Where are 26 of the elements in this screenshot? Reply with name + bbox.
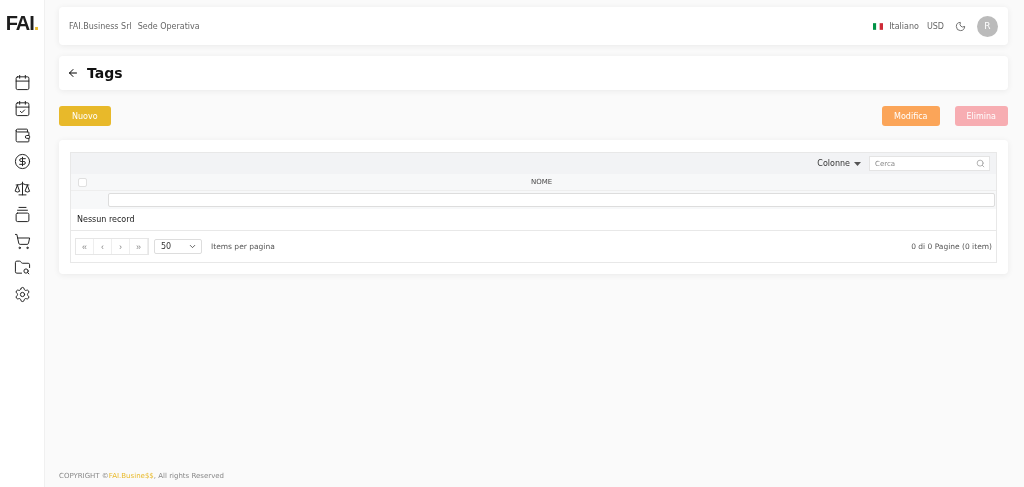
page-title: Tags	[87, 65, 123, 81]
search-icon	[976, 159, 985, 168]
select-all-checkbox[interactable]	[78, 177, 87, 187]
moon-icon[interactable]	[955, 20, 966, 32]
flag-icon	[873, 22, 884, 30]
folder-search-icon[interactable]	[13, 259, 31, 277]
calendar-check-icon[interactable]	[13, 100, 31, 118]
page-size-select[interactable]: 50	[154, 239, 202, 254]
caret-icon	[854, 161, 861, 166]
back-icon[interactable]	[67, 67, 79, 79]
dollar-icon[interactable]	[13, 153, 31, 171]
language-selector[interactable]: Italiano	[889, 21, 919, 31]
scale-icon[interactable]	[13, 179, 31, 197]
filter-field[interactable]	[108, 193, 995, 207]
columns-button[interactable]: Colonne	[817, 159, 861, 168]
cart-icon[interactable]	[13, 232, 31, 250]
calendar-icon[interactable]	[13, 73, 31, 91]
stack-icon[interactable]	[13, 206, 31, 224]
wallet-icon[interactable]	[13, 126, 31, 144]
logo: FAI.	[5, 12, 39, 35]
empty-message: Nessun record	[71, 209, 996, 231]
company-name[interactable]: FAI.Business Srl	[69, 21, 132, 31]
settings-icon[interactable]	[13, 285, 31, 303]
currency-selector[interactable]: USD	[926, 21, 944, 31]
site-name[interactable]: Sede Operativa	[137, 21, 200, 31]
chevron-icon	[188, 242, 197, 251]
